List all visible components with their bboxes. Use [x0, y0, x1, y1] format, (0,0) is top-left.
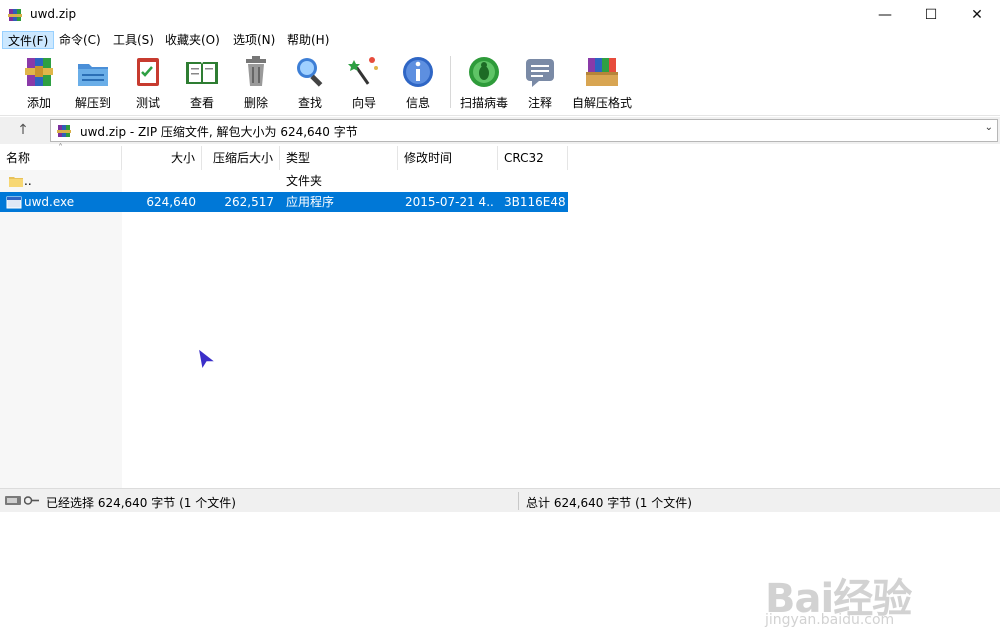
list-header: ˄ 名称 大小 压缩后大小 类型 修改时间 CRC32	[0, 143, 1000, 170]
toolbar-sfx-label: 自解压格式	[571, 96, 632, 110]
toolbar-find-button[interactable]: 查找	[286, 52, 334, 112]
name-column-background	[0, 170, 122, 488]
wizard-icon	[348, 57, 378, 85]
status-total-text: 总计 624,640 字节 (1 个文件)	[526, 496, 692, 510]
menu-file[interactable]: 文件(F)	[2, 31, 55, 49]
sort-arrow-icon: ˄	[58, 143, 63, 154]
title-bar: uwd.zip — ☐ ✕	[0, 0, 1000, 30]
address-field[interactable]: uwd.zip - ZIP 压缩文件, 解包大小为 624,640 字节 ⌄	[50, 119, 998, 142]
menu-bar: 文件(F) 命令(C) 工具(S) 收藏夹(O) 选项(N) 帮助(H)	[0, 30, 1000, 50]
toolbar-add-label: 添加	[26, 96, 51, 110]
file-type: 文件夹	[286, 174, 323, 188]
file-name: ..	[24, 174, 32, 188]
menu-help[interactable]: 帮助(H)	[282, 31, 334, 49]
toolbar-separator	[450, 56, 451, 108]
baidu-jingyan-watermark: Bai经验 jingyan.baidu.com	[765, 554, 995, 634]
toolbar-info-button[interactable]: 信息	[394, 52, 442, 112]
column-header-size[interactable]: 大小	[122, 146, 202, 170]
list-item-parent-folder[interactable]: .. 文件夹	[0, 171, 568, 191]
key-icon	[24, 496, 39, 505]
toolbar-find-label: 查找	[297, 96, 322, 110]
up-folder-button[interactable]: ↑	[10, 120, 36, 141]
list-item-uwd-exe[interactable]: uwd.exe 624,640 262,517 应用程序 2015-07-21 …	[0, 192, 568, 212]
add-icon	[25, 58, 53, 86]
maximize-button[interactable]: ☐	[908, 0, 954, 30]
folder-icon	[9, 177, 23, 187]
menu-favorites[interactable]: 收藏夹(O)	[160, 31, 225, 49]
toolbar-delete-label: 删除	[243, 96, 268, 110]
toolbar-test-label: 测试	[135, 96, 160, 110]
file-list: ˄ 名称 大小 压缩后大小 类型 修改时间 CRC32 .. 文件夹 uwd.e…	[0, 143, 1000, 628]
info-icon	[403, 57, 433, 87]
menu-options[interactable]: 选项(N)	[228, 31, 280, 49]
extract-to-icon	[78, 64, 108, 86]
toolbar-scan-virus-button[interactable]: 扫描病毒	[456, 52, 512, 112]
winrar-app-icon	[8, 9, 22, 21]
address-text: uwd.zip - ZIP 压缩文件, 解包大小为 624,640 字节	[80, 125, 358, 139]
column-header-crc32[interactable]: CRC32	[498, 146, 568, 170]
window-title: uwd.zip	[30, 7, 77, 21]
toolbar-wizard-button[interactable]: 向导	[340, 52, 388, 112]
toolbar-extract-to-label: 解压到	[74, 96, 111, 110]
close-button[interactable]: ✕	[954, 0, 1000, 30]
file-crc32: 3B116E48	[504, 195, 566, 209]
file-name: uwd.exe	[24, 195, 75, 209]
comment-icon	[526, 59, 554, 87]
toolbar-comment-label: 注释	[527, 96, 552, 110]
watermark-url: jingyan.baidu.com	[765, 612, 895, 628]
status-selected-text: 已经选择 624,640 字节 (1 个文件)	[46, 496, 236, 510]
column-header-name-label: 名称	[6, 151, 31, 165]
toolbar-wizard-label: 向导	[351, 96, 376, 110]
toolbar-delete-button[interactable]: 删除	[232, 52, 280, 112]
status-divider	[518, 492, 519, 510]
address-bar: ↑ uwd.zip - ZIP 压缩文件, 解包大小为 624,640 字节 ⌄	[0, 117, 1000, 144]
test-icon	[137, 58, 159, 86]
toolbar-info-label: 信息	[405, 96, 430, 110]
view-icon	[186, 62, 218, 84]
toolbar-comment-button[interactable]: 注释	[516, 52, 564, 112]
toolbar-add-button[interactable]: 添加	[14, 52, 64, 112]
minimize-button[interactable]: —	[862, 0, 908, 30]
column-header-type[interactable]: 类型	[280, 146, 398, 170]
file-size: 624,640	[146, 195, 196, 209]
toolbar-extract-to-button[interactable]: 解压到	[68, 52, 118, 112]
column-header-modified[interactable]: 修改时间	[398, 146, 498, 170]
toolbar-scan-virus-label: 扫描病毒	[459, 96, 508, 110]
winrar-window: uwd.zip — ☐ ✕ 文件(F) 命令(C) 工具(S) 收藏夹(O) 选…	[0, 0, 1000, 628]
menu-tools[interactable]: 工具(S)	[108, 31, 159, 49]
mouse-cursor-icon	[196, 346, 218, 372]
find-icon	[297, 58, 323, 87]
column-header-packed[interactable]: 压缩后大小	[202, 146, 280, 170]
sfx-icon	[586, 58, 618, 86]
toolbar-view-label: 查看	[189, 96, 214, 110]
delete-icon	[246, 56, 266, 86]
file-type: 应用程序	[286, 195, 335, 209]
status-bar: 已经选择 624,640 字节 (1 个文件) 总计 624,640 字节 (1…	[0, 488, 1000, 512]
toolbar-sfx-button[interactable]: 自解压格式	[570, 52, 634, 112]
menu-command[interactable]: 命令(C)	[54, 31, 106, 49]
file-packed-size: 262,517	[224, 195, 274, 209]
file-modified: 2015-07-21 4...	[405, 195, 495, 209]
column-header-name[interactable]: ˄ 名称	[0, 143, 122, 170]
toolbar-view-button[interactable]: 查看	[176, 52, 228, 112]
chevron-down-icon[interactable]: ⌄	[985, 122, 993, 133]
exe-icon	[6, 196, 22, 209]
scan-virus-icon	[469, 57, 499, 87]
toolbar-test-button[interactable]: 测试	[124, 52, 172, 112]
toolbar: 添加 解压到 测试 查看 删除 查找 向导 信息 扫描病毒 注释 自解压格式	[0, 50, 1000, 116]
drive-icon	[5, 496, 21, 505]
